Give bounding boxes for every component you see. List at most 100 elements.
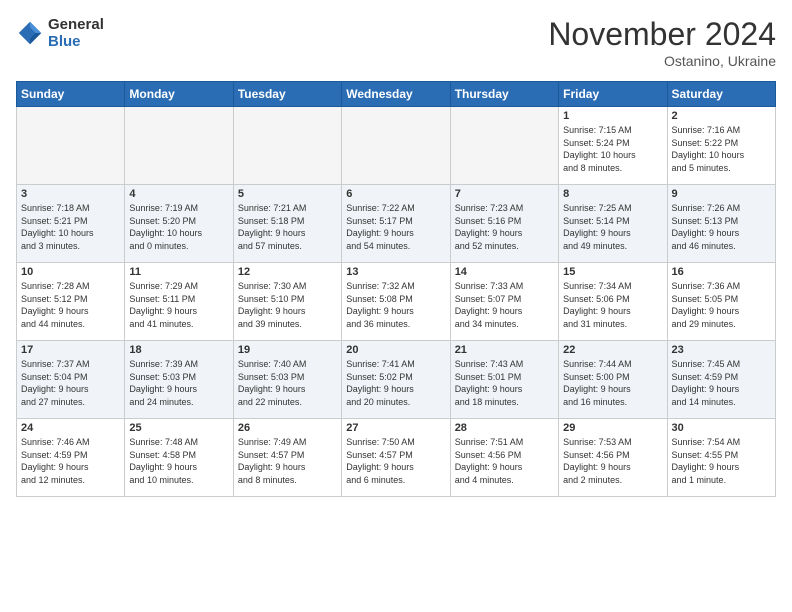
day-number: 6 <box>346 188 445 200</box>
day-info: Sunrise: 7:39 AM Sunset: 5:03 PM Dayligh… <box>129 358 228 408</box>
day-info: Sunrise: 7:22 AM Sunset: 5:17 PM Dayligh… <box>346 202 445 252</box>
day-number: 14 <box>455 266 554 278</box>
calendar-cell: 4 Sunrise: 7:19 AM Sunset: 5:20 PM Daylig… <box>125 185 233 263</box>
calendar-cell: 17 Sunrise: 7:37 AM Sunset: 5:04 PM Dayli… <box>17 341 125 419</box>
day-number: 27 <box>346 422 445 434</box>
day-info: Sunrise: 7:48 AM Sunset: 4:58 PM Dayligh… <box>129 436 228 486</box>
day-number: 29 <box>563 422 662 434</box>
col-wednesday: Wednesday <box>342 82 450 107</box>
day-info: Sunrise: 7:25 AM Sunset: 5:14 PM Dayligh… <box>563 202 662 252</box>
calendar-week-row: 10Sunrise: 7:28 AM Sunset: 5:12 PM Dayli… <box>17 263 776 341</box>
calendar-cell: 15 Sunrise: 7:34 AM Sunset: 5:06 PM Dayli… <box>559 263 667 341</box>
day-info: Sunrise: 7:51 AM Sunset: 4:56 PM Dayligh… <box>455 436 554 486</box>
calendar-cell: 24 Sunrise: 7:46 AM Sunset: 4:59 PM Dayli… <box>17 419 125 497</box>
calendar-cell <box>17 107 125 185</box>
calendar-week-row: 1 Sunrise: 7:15 AM Sunset: 5:24 PM Daylig… <box>17 107 776 185</box>
calendar-week-row: 24 Sunrise: 7:46 AM Sunset: 4:59 PM Dayli… <box>17 419 776 497</box>
day-number: 8 <box>563 188 662 200</box>
day-info: Sunrise: 7:45 AM Sunset: 4:59 PM Dayligh… <box>672 358 771 408</box>
day-number: 15 <box>563 266 662 278</box>
day-number: 30 <box>672 422 771 434</box>
day-number: 25 <box>129 422 228 434</box>
day-info: Sunrise: 7:26 AM Sunset: 5:13 PM Dayligh… <box>672 202 771 252</box>
day-info: Sunrise: 7:41 AM Sunset: 5:02 PM Dayligh… <box>346 358 445 408</box>
calendar-cell: 14 Sunrise: 7:33 AM Sunset: 5:07 PM Dayli… <box>450 263 558 341</box>
day-info: Sunrise: 7:36 AM Sunset: 5:05 PM Dayligh… <box>672 280 771 330</box>
calendar-cell: 9 Sunrise: 7:26 AM Sunset: 5:13 PM Daylig… <box>667 185 775 263</box>
col-thursday: Thursday <box>450 82 558 107</box>
calendar-cell: 18Sunrise: 7:39 AM Sunset: 5:03 PM Dayli… <box>125 341 233 419</box>
day-number: 11 <box>129 266 228 278</box>
day-number: 1 <box>563 110 662 122</box>
day-info: Sunrise: 7:30 AM Sunset: 5:10 PM Dayligh… <box>238 280 337 330</box>
day-info: Sunrise: 7:15 AM Sunset: 5:24 PM Dayligh… <box>563 124 662 174</box>
calendar-cell: 23 Sunrise: 7:45 AM Sunset: 4:59 PM Dayli… <box>667 341 775 419</box>
col-sunday: Sunday <box>17 82 125 107</box>
calendar-cell: 11 Sunrise: 7:29 AM Sunset: 5:11 PM Dayli… <box>125 263 233 341</box>
day-info: Sunrise: 7:54 AM Sunset: 4:55 PM Dayligh… <box>672 436 771 486</box>
calendar-cell: 26Sunrise: 7:49 AM Sunset: 4:57 PM Dayli… <box>233 419 341 497</box>
day-number: 22 <box>563 344 662 356</box>
day-number: 23 <box>672 344 771 356</box>
calendar-cell: 19 Sunrise: 7:40 AM Sunset: 5:03 PM Dayli… <box>233 341 341 419</box>
day-number: 7 <box>455 188 554 200</box>
day-number: 17 <box>21 344 120 356</box>
logo-icon <box>16 19 44 47</box>
logo: General Blue <box>16 16 104 50</box>
day-number: 19 <box>238 344 337 356</box>
calendar-cell: 30 Sunrise: 7:54 AM Sunset: 4:55 PM Dayli… <box>667 419 775 497</box>
day-info: Sunrise: 7:40 AM Sunset: 5:03 PM Dayligh… <box>238 358 337 408</box>
day-info: Sunrise: 7:37 AM Sunset: 5:04 PM Dayligh… <box>21 358 120 408</box>
calendar-cell: 12Sunrise: 7:30 AM Sunset: 5:10 PM Dayli… <box>233 263 341 341</box>
header: General Blue November 2024 Ostanino, Ukr… <box>16 16 776 69</box>
day-info: Sunrise: 7:29 AM Sunset: 5:11 PM Dayligh… <box>129 280 228 330</box>
title-block: November 2024 Ostanino, Ukraine <box>548 16 776 69</box>
day-number: 9 <box>672 188 771 200</box>
calendar-cell: 3 Sunrise: 7:18 AM Sunset: 5:21 PM Daylig… <box>17 185 125 263</box>
calendar-cell <box>125 107 233 185</box>
calendar-cell: 13Sunrise: 7:32 AM Sunset: 5:08 PM Dayli… <box>342 263 450 341</box>
day-info: Sunrise: 7:32 AM Sunset: 5:08 PM Dayligh… <box>346 280 445 330</box>
calendar-cell <box>450 107 558 185</box>
calendar-cell: 29 Sunrise: 7:53 AM Sunset: 4:56 PM Dayli… <box>559 419 667 497</box>
day-number: 20 <box>346 344 445 356</box>
calendar-cell: 27 Sunrise: 7:50 AM Sunset: 4:57 PM Dayli… <box>342 419 450 497</box>
day-number: 3 <box>21 188 120 200</box>
page: General Blue November 2024 Ostanino, Ukr… <box>0 0 792 612</box>
day-number: 24 <box>21 422 120 434</box>
calendar-cell: 1 Sunrise: 7:15 AM Sunset: 5:24 PM Daylig… <box>559 107 667 185</box>
calendar-cell: 21 Sunrise: 7:43 AM Sunset: 5:01 PM Dayli… <box>450 341 558 419</box>
day-info: Sunrise: 7:16 AM Sunset: 5:22 PM Dayligh… <box>672 124 771 174</box>
day-info: Sunrise: 7:19 AM Sunset: 5:20 PM Dayligh… <box>129 202 228 252</box>
calendar-week-row: 3 Sunrise: 7:18 AM Sunset: 5:21 PM Daylig… <box>17 185 776 263</box>
col-friday: Friday <box>559 82 667 107</box>
day-number: 26 <box>238 422 337 434</box>
day-info: Sunrise: 7:46 AM Sunset: 4:59 PM Dayligh… <box>21 436 120 486</box>
day-number: 16 <box>672 266 771 278</box>
day-number: 5 <box>238 188 337 200</box>
calendar-cell: 10Sunrise: 7:28 AM Sunset: 5:12 PM Dayli… <box>17 263 125 341</box>
calendar-cell: 20 Sunrise: 7:41 AM Sunset: 5:02 PM Dayli… <box>342 341 450 419</box>
day-info: Sunrise: 7:50 AM Sunset: 4:57 PM Dayligh… <box>346 436 445 486</box>
calendar-cell: 25 Sunrise: 7:48 AM Sunset: 4:58 PM Dayli… <box>125 419 233 497</box>
month-title: November 2024 <box>548 16 776 53</box>
day-info: Sunrise: 7:53 AM Sunset: 4:56 PM Dayligh… <box>563 436 662 486</box>
location: Ostanino, Ukraine <box>548 53 776 69</box>
calendar-cell <box>342 107 450 185</box>
day-info: Sunrise: 7:43 AM Sunset: 5:01 PM Dayligh… <box>455 358 554 408</box>
day-info: Sunrise: 7:34 AM Sunset: 5:06 PM Dayligh… <box>563 280 662 330</box>
calendar-week-row: 17 Sunrise: 7:37 AM Sunset: 5:04 PM Dayli… <box>17 341 776 419</box>
col-monday: Monday <box>125 82 233 107</box>
calendar-cell: 8 Sunrise: 7:25 AM Sunset: 5:14 PM Daylig… <box>559 185 667 263</box>
col-saturday: Saturday <box>667 82 775 107</box>
day-info: Sunrise: 7:44 AM Sunset: 5:00 PM Dayligh… <box>563 358 662 408</box>
calendar-cell <box>233 107 341 185</box>
day-info: Sunrise: 7:21 AM Sunset: 5:18 PM Dayligh… <box>238 202 337 252</box>
day-number: 21 <box>455 344 554 356</box>
day-info: Sunrise: 7:33 AM Sunset: 5:07 PM Dayligh… <box>455 280 554 330</box>
day-number: 10 <box>21 266 120 278</box>
day-info: Sunrise: 7:18 AM Sunset: 5:21 PM Dayligh… <box>21 202 120 252</box>
calendar-cell: 22 Sunrise: 7:44 AM Sunset: 5:00 PM Dayli… <box>559 341 667 419</box>
day-number: 4 <box>129 188 228 200</box>
calendar-header-row: Sunday Monday Tuesday Wednesday Thursday… <box>17 82 776 107</box>
